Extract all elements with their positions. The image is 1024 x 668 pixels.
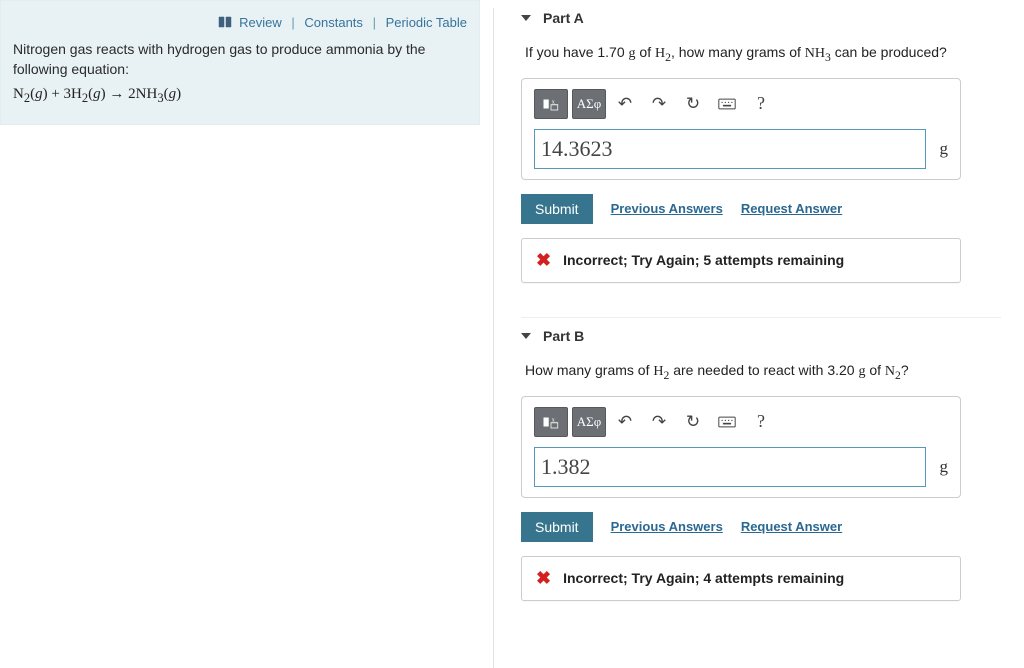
math-template-button[interactable]: x [534,407,568,437]
undo-button[interactable]: ↶ [610,89,640,119]
separator: | [291,15,294,30]
book-icon [218,16,232,31]
undo-button[interactable]: ↶ [610,407,640,437]
part-header[interactable]: Part A [521,8,1001,26]
greek-button[interactable]: ΑΣφ [572,407,606,437]
top-links: Review | Constants | Periodic Table [13,15,467,31]
problem-text: Nitrogen gas reacts with hydrogen gas to… [13,39,467,80]
input-row: g [534,447,948,487]
feedback-text: Incorrect; Try Again; 5 attempts remaini… [563,252,844,268]
previous-answers-link[interactable]: Previous Answers [611,519,723,534]
redo-button[interactable]: ↷ [644,407,674,437]
question-text: If you have 1.70 g of H2, how many grams… [525,44,1001,64]
part-b: Part B How many grams of H2 are needed t… [521,317,1001,601]
problem-box: Review | Constants | Periodic Table Nitr… [0,0,480,125]
toolbar: x ΑΣφ ↶ ↷ ↻ ? [534,407,948,437]
periodic-link[interactable]: Periodic Table [386,15,467,30]
review-link[interactable]: Review [239,15,282,30]
unit-label: g [940,139,949,159]
question-text: How many grams of H2 are needed to react… [525,362,1001,382]
help-button[interactable]: ? [746,89,776,119]
caret-down-icon [521,333,531,339]
equation: N2(g) + 3H2(g) → 2NH3(g) [13,86,467,106]
part-a: Part A If you have 1.70 g of H2, how man… [521,8,1001,283]
submit-button[interactable]: Submit [521,512,593,542]
answer-box: x ΑΣφ ↶ ↷ ↻ ? g [521,78,961,180]
right-panel: Part A If you have 1.70 g of H2, how man… [521,0,1024,665]
math-template-button[interactable]: x [534,89,568,119]
input-row: g [534,129,948,169]
incorrect-icon: ✖ [536,568,551,589]
unit-label: g [940,457,949,477]
vertical-divider [493,8,494,668]
request-answer-link[interactable]: Request Answer [741,519,842,534]
svg-text:x: x [552,99,555,105]
left-panel: Review | Constants | Periodic Table Nitr… [0,0,480,665]
redo-button[interactable]: ↷ [644,89,674,119]
constants-link[interactable]: Constants [304,15,363,30]
caret-down-icon [521,15,531,21]
keyboard-button[interactable] [712,407,742,437]
submit-row: Submit Previous Answers Request Answer [521,194,1001,224]
submit-button[interactable]: Submit [521,194,593,224]
separator: | [373,15,376,30]
toolbar: x ΑΣφ ↶ ↷ ↻ ? [534,89,948,119]
submit-row: Submit Previous Answers Request Answer [521,512,1001,542]
previous-answers-link[interactable]: Previous Answers [611,201,723,216]
feedback-text: Incorrect; Try Again; 4 attempts remaini… [563,570,844,586]
answer-box: x ΑΣφ ↶ ↷ ↻ ? g [521,396,961,498]
incorrect-icon: ✖ [536,250,551,271]
reset-button[interactable]: ↻ [678,89,708,119]
keyboard-button[interactable] [712,89,742,119]
answer-input[interactable] [534,129,926,169]
help-button[interactable]: ? [746,407,776,437]
greek-button[interactable]: ΑΣφ [572,89,606,119]
feedback-box: ✖ Incorrect; Try Again; 5 attempts remai… [521,238,961,283]
reset-button[interactable]: ↻ [678,407,708,437]
part-label: Part B [543,328,584,344]
feedback-box: ✖ Incorrect; Try Again; 4 attempts remai… [521,556,961,601]
answer-input[interactable] [534,447,926,487]
part-header[interactable]: Part B [521,317,1001,344]
part-label: Part A [543,10,584,26]
request-answer-link[interactable]: Request Answer [741,201,842,216]
svg-text:x: x [552,417,555,423]
